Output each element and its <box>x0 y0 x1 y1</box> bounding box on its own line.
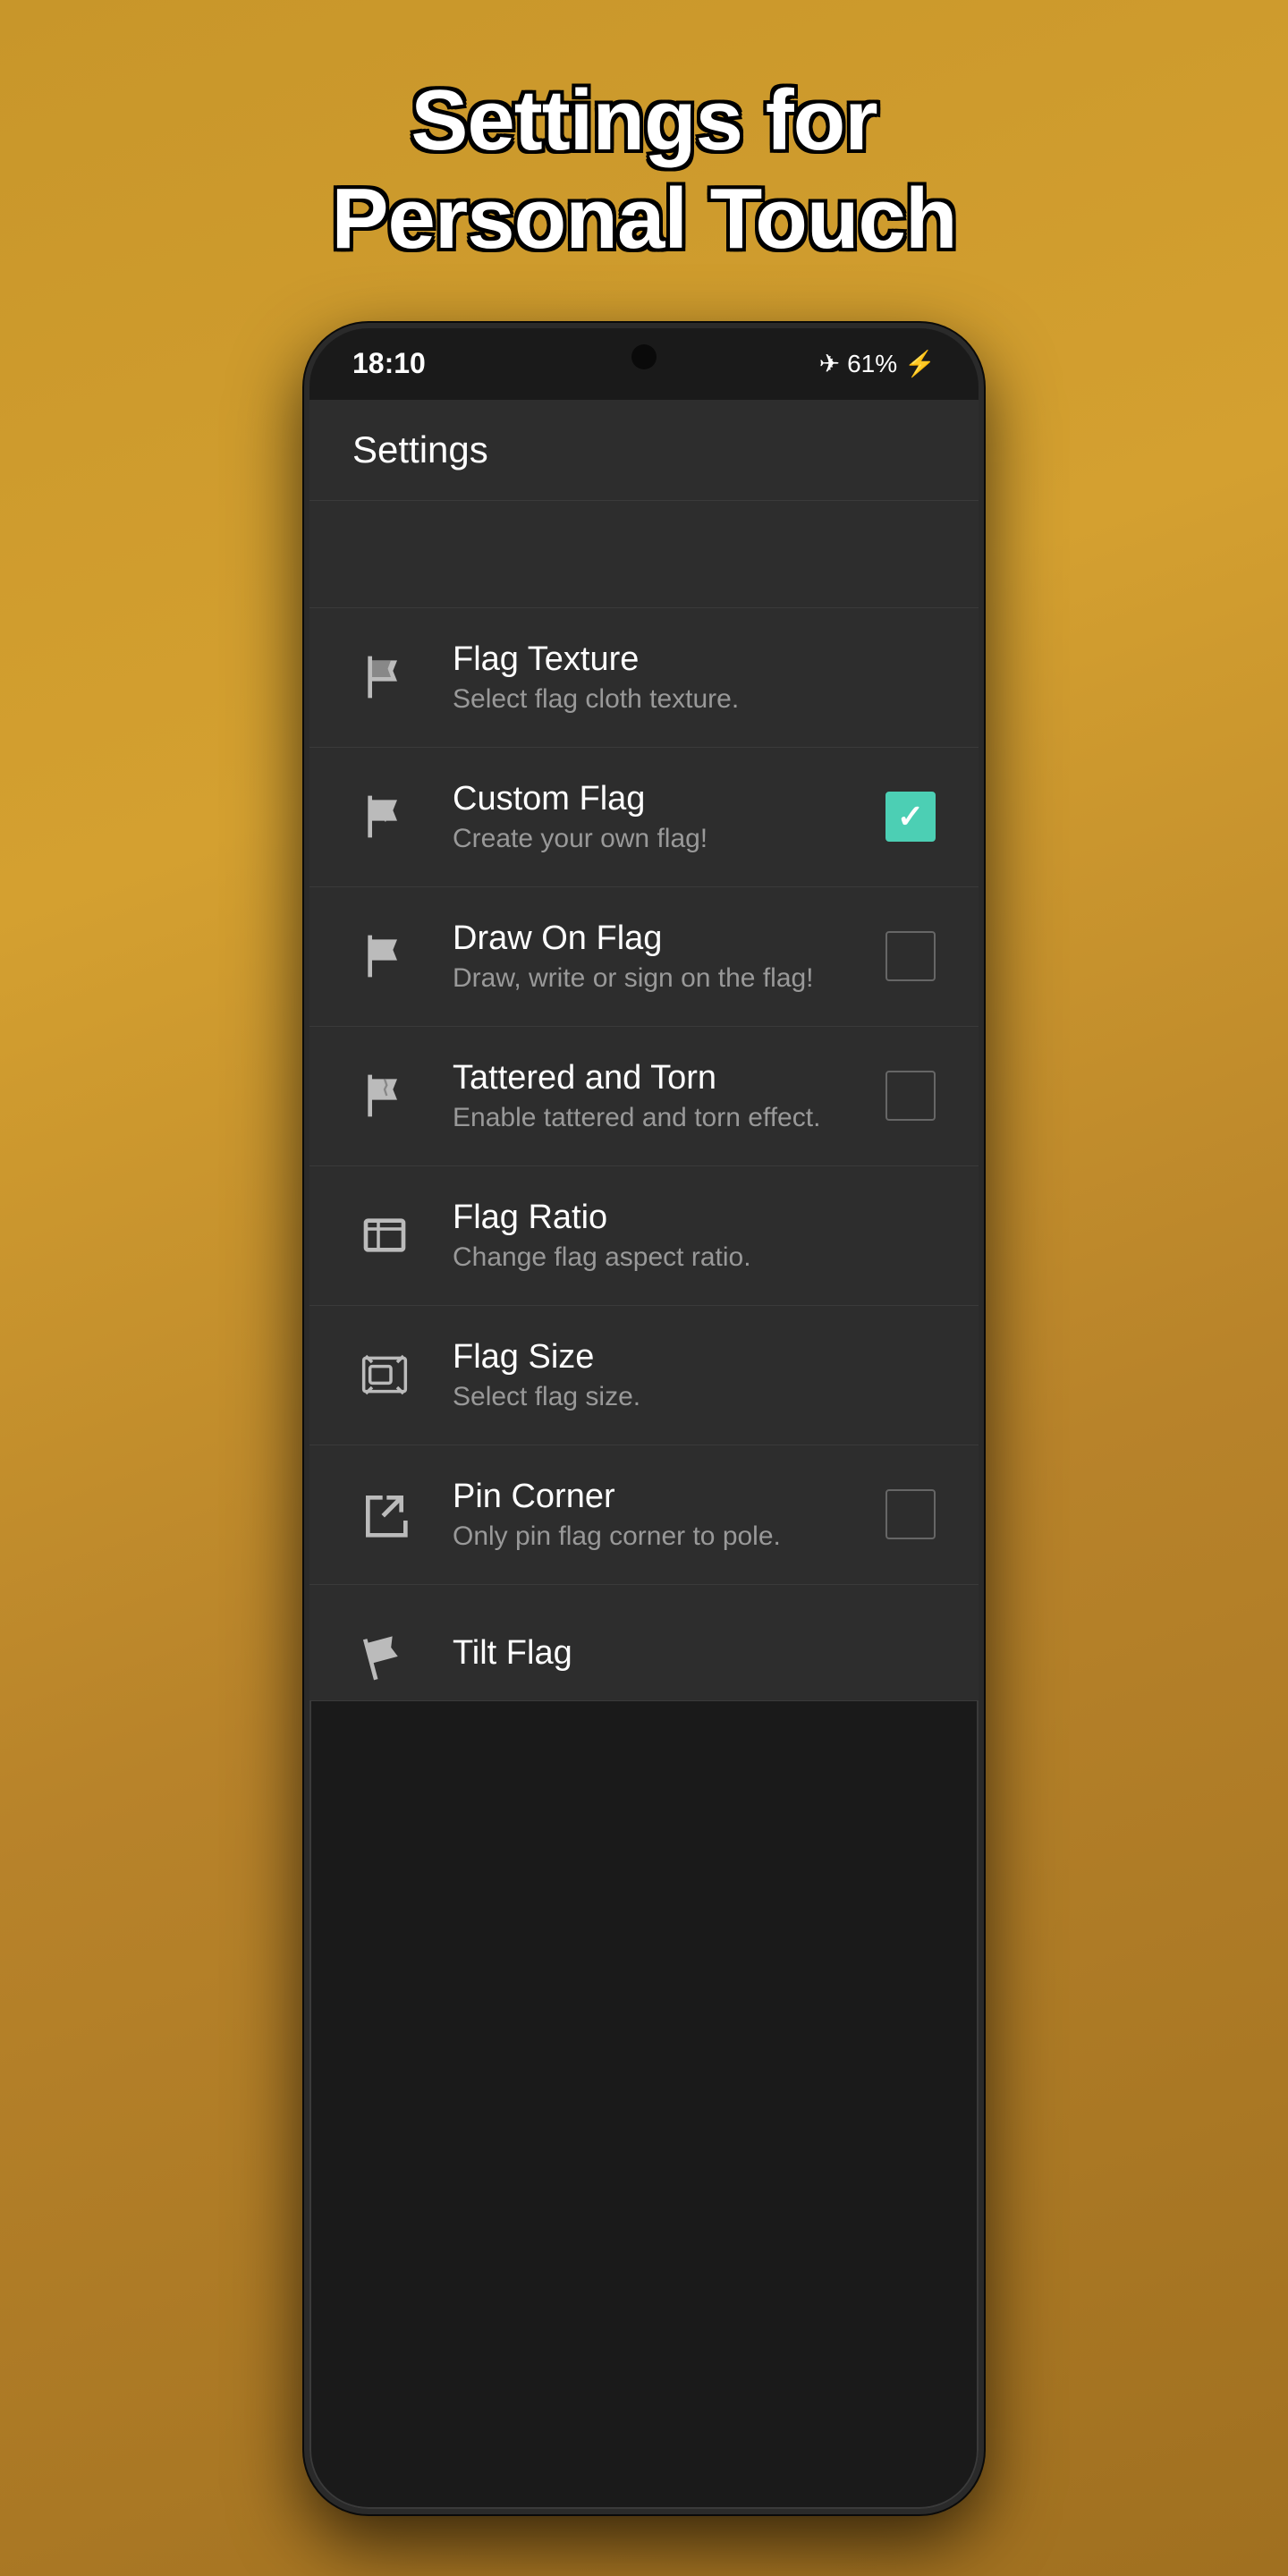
page-title: Settings for Personal Touch <box>224 0 1063 323</box>
tilt-flag-title: Tilt Flag <box>453 1634 936 1673</box>
pin-corner-title: Pin Corner <box>453 1478 857 1516</box>
draw-on-flag-icon <box>352 924 417 988</box>
custom-flag-subtitle: Create your own flag! <box>453 824 857 854</box>
settings-item-flag-size[interactable]: Flag Size Select flag size. <box>309 1306 979 1445</box>
custom-flag-icon: + <box>352 784 417 849</box>
settings-item-flag-texture[interactable]: Flag Texture Select flag cloth texture. <box>309 608 979 748</box>
custom-flag-control[interactable] <box>886 792 936 842</box>
airplane-icon: ✈ <box>819 349 840 378</box>
flag-ratio-text: Flag Ratio Change flag aspect ratio. <box>453 1199 936 1273</box>
settings-item-tattered-torn[interactable]: Tattered and Torn Enable tattered and to… <box>309 1027 979 1166</box>
page-title-line1: Settings for <box>411 72 877 168</box>
empty-section <box>309 501 979 608</box>
tattered-torn-subtitle: Enable tattered and torn effect. <box>453 1103 857 1133</box>
pin-corner-checkbox[interactable] <box>886 1489 936 1539</box>
draw-on-flag-checkbox[interactable] <box>886 931 936 981</box>
flag-size-text: Flag Size Select flag size. <box>453 1338 936 1412</box>
tattered-torn-checkbox[interactable] <box>886 1071 936 1121</box>
phone-frame: 18:10 ✈ 61% ⚡ Settings <box>304 323 984 2514</box>
camera-notch <box>631 344 657 369</box>
custom-flag-checkbox[interactable] <box>886 792 936 842</box>
flag-ratio-subtitle: Change flag aspect ratio. <box>453 1242 936 1273</box>
flag-texture-title: Flag Texture <box>453 640 936 679</box>
tattered-torn-control[interactable] <box>886 1071 936 1121</box>
flag-size-subtitle: Select flag size. <box>453 1382 936 1412</box>
status-time: 18:10 <box>352 347 426 380</box>
phone-screen: 18:10 ✈ 61% ⚡ Settings <box>304 323 984 2514</box>
pin-corner-icon <box>352 1482 417 1546</box>
draw-on-flag-subtitle: Draw, write or sign on the flag! <box>453 963 857 994</box>
custom-flag-title: Custom Flag <box>453 780 857 818</box>
flag-size-icon <box>352 1343 417 1407</box>
tattered-torn-text: Tattered and Torn Enable tattered and to… <box>453 1059 857 1133</box>
svg-text:+: + <box>380 808 390 826</box>
pin-corner-text: Pin Corner Only pin flag corner to pole. <box>453 1478 857 1552</box>
pin-corner-subtitle: Only pin flag corner to pole. <box>453 1521 857 1552</box>
tilt-flag-icon <box>352 1623 417 1688</box>
settings-item-pin-corner[interactable]: Pin Corner Only pin flag corner to pole. <box>309 1445 979 1585</box>
flag-ratio-title: Flag Ratio <box>453 1199 936 1237</box>
tilt-flag-text: Tilt Flag <box>453 1634 936 1678</box>
flag-texture-icon <box>352 645 417 709</box>
settings-item-draw-on-flag[interactable]: Draw On Flag Draw, write or sign on the … <box>309 887 979 1027</box>
settings-item-tilt-flag[interactable]: Tilt Flag <box>309 1585 979 1701</box>
flag-texture-text: Flag Texture Select flag cloth texture. <box>453 640 936 715</box>
tattered-torn-title: Tattered and Torn <box>453 1059 857 1097</box>
draw-on-flag-control[interactable] <box>886 931 936 981</box>
status-right: ✈ 61% ⚡ <box>819 349 936 378</box>
battery-icon: ⚡ <box>904 349 936 378</box>
draw-on-flag-title: Draw On Flag <box>453 919 857 958</box>
custom-flag-text: Custom Flag Create your own flag! <box>453 780 857 854</box>
tattered-torn-icon <box>352 1063 417 1128</box>
settings-list: Flag Texture Select flag cloth texture. … <box>309 608 979 1701</box>
page-title-line2: Personal Touch <box>331 171 956 267</box>
pin-corner-control[interactable] <box>886 1489 936 1539</box>
flag-size-title: Flag Size <box>453 1338 936 1377</box>
flag-ratio-icon <box>352 1203 417 1267</box>
battery-level: 61% <box>847 350 897 378</box>
flag-texture-subtitle: Select flag cloth texture. <box>453 684 936 715</box>
settings-item-custom-flag[interactable]: + Custom Flag Create your own flag! <box>309 748 979 887</box>
app-header-title: Settings <box>352 428 488 470</box>
app-header: Settings <box>309 400 979 501</box>
draw-on-flag-text: Draw On Flag Draw, write or sign on the … <box>453 919 857 994</box>
settings-item-flag-ratio[interactable]: Flag Ratio Change flag aspect ratio. <box>309 1166 979 1306</box>
